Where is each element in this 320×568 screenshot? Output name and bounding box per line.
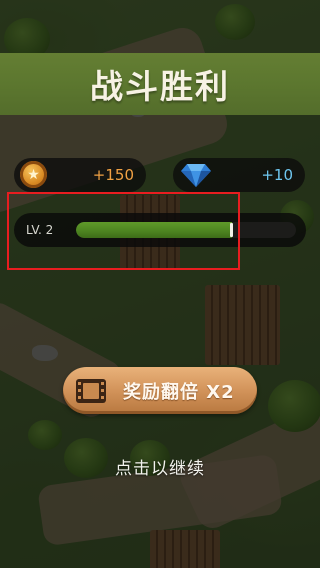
highlight-box	[7, 192, 240, 270]
double-reward-label: 奖励翻倍 X2	[123, 381, 235, 403]
coin-reward: ★ +150	[14, 158, 146, 192]
tap-to-continue[interactable]: 点击以继续	[0, 454, 320, 479]
blue-gem-icon	[181, 164, 211, 187]
star-coin-icon: ★	[20, 161, 47, 188]
video-film-icon	[76, 378, 106, 403]
gem-reward-value: +10	[261, 166, 293, 184]
victory-screen[interactable]: 战斗胜利 ★ +150 +10 LV. 2 奖励翻倍 X2 点击以继续	[0, 0, 320, 568]
title-banner: 战斗胜利	[0, 53, 320, 115]
coin-reward-value: +150	[92, 166, 134, 184]
double-reward-button[interactable]: 奖励翻倍 X2	[63, 367, 257, 414]
victory-title: 战斗胜利	[90, 67, 230, 106]
gem-reward: +10	[173, 158, 305, 192]
